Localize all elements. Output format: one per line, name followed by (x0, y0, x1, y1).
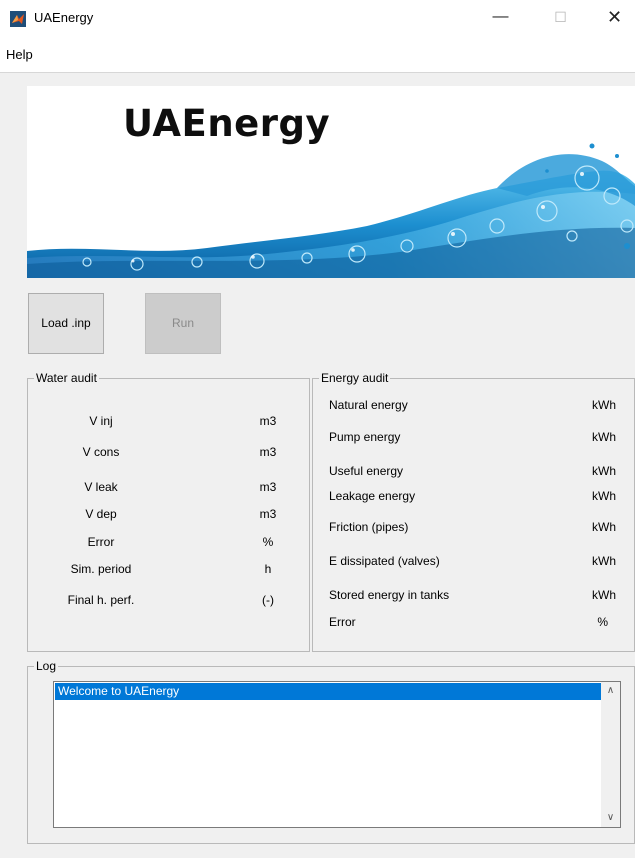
energy-audit-panel: Energy audit (312, 371, 635, 652)
water-audit-legend: Water audit (34, 371, 99, 385)
energy-label-natural: Natural energy (329, 398, 408, 412)
chevron-up-icon[interactable]: ∧ (601, 682, 620, 700)
log-legend: Log (34, 659, 59, 673)
chevron-down-icon[interactable]: ∨ (601, 809, 620, 827)
window-title: UAEnergy (34, 10, 94, 25)
water-label-v-inj: V inj (89, 414, 113, 428)
title-bar: UAEnergy — ☐ ✕ (0, 0, 635, 38)
energy-unit-dissipated: kWh (592, 554, 616, 568)
run-button[interactable]: Run (145, 293, 221, 354)
energy-label-useful: Useful energy (329, 464, 404, 478)
energy-unit-pump: kWh (592, 430, 616, 444)
load-inp-button[interactable]: Load .inp (28, 293, 104, 354)
energy-label-dissipated: E dissipated (valves) (329, 554, 440, 568)
water-label-v-leak: V leak (84, 480, 118, 494)
energy-label-friction: Friction (pipes) (329, 520, 409, 534)
water-label-error: Error (87, 535, 115, 549)
close-button[interactable]: ✕ (592, 0, 635, 34)
matlab-icon (10, 11, 26, 27)
energy-label-leakage: Leakage energy (329, 489, 416, 503)
energy-unit-natural: kWh (592, 398, 616, 412)
water-unit-error: % (262, 535, 274, 549)
water-label-sim-period: Sim. period (70, 562, 132, 576)
log-listbox[interactable]: Welcome to UAEnergy ∧ ∨ (53, 681, 621, 828)
water-unit-v-dep: m3 (259, 507, 277, 521)
energy-unit-stored: kWh (592, 588, 616, 602)
energy-unit-friction: kWh (592, 520, 616, 534)
energy-unit-leakage: kWh (592, 489, 616, 503)
energy-label-error: Error (329, 615, 356, 629)
minimize-button[interactable]: — (478, 0, 523, 34)
log-list-item[interactable]: Welcome to UAEnergy (55, 683, 601, 700)
menu-bar: Help (0, 38, 635, 73)
water-unit-v-leak: m3 (259, 480, 277, 494)
water-unit-final-h-perf: (-) (262, 593, 274, 607)
energy-audit-legend: Energy audit (319, 371, 391, 385)
water-label-final-h-perf: Final h. perf. (67, 593, 135, 607)
energy-label-stored: Stored energy in tanks (329, 588, 450, 602)
energy-label-pump: Pump energy (329, 430, 401, 444)
energy-unit-error: % (597, 615, 608, 629)
log-scrollbar[interactable]: ∧ ∨ (601, 682, 620, 827)
water-unit-v-cons: m3 (259, 445, 277, 459)
water-unit-sim-period: h (264, 562, 272, 576)
energy-unit-useful: kWh (592, 464, 616, 478)
banner-title: UAEnergy (123, 102, 331, 145)
menu-help[interactable]: Help (6, 47, 33, 62)
water-splash-image (27, 143, 635, 278)
water-unit-v-inj: m3 (259, 414, 277, 428)
maximize-button[interactable]: ☐ (538, 0, 583, 34)
banner-image: UAEnergy (27, 86, 635, 278)
water-label-v-dep: V dep (85, 507, 117, 521)
water-label-v-cons: V cons (82, 445, 120, 459)
